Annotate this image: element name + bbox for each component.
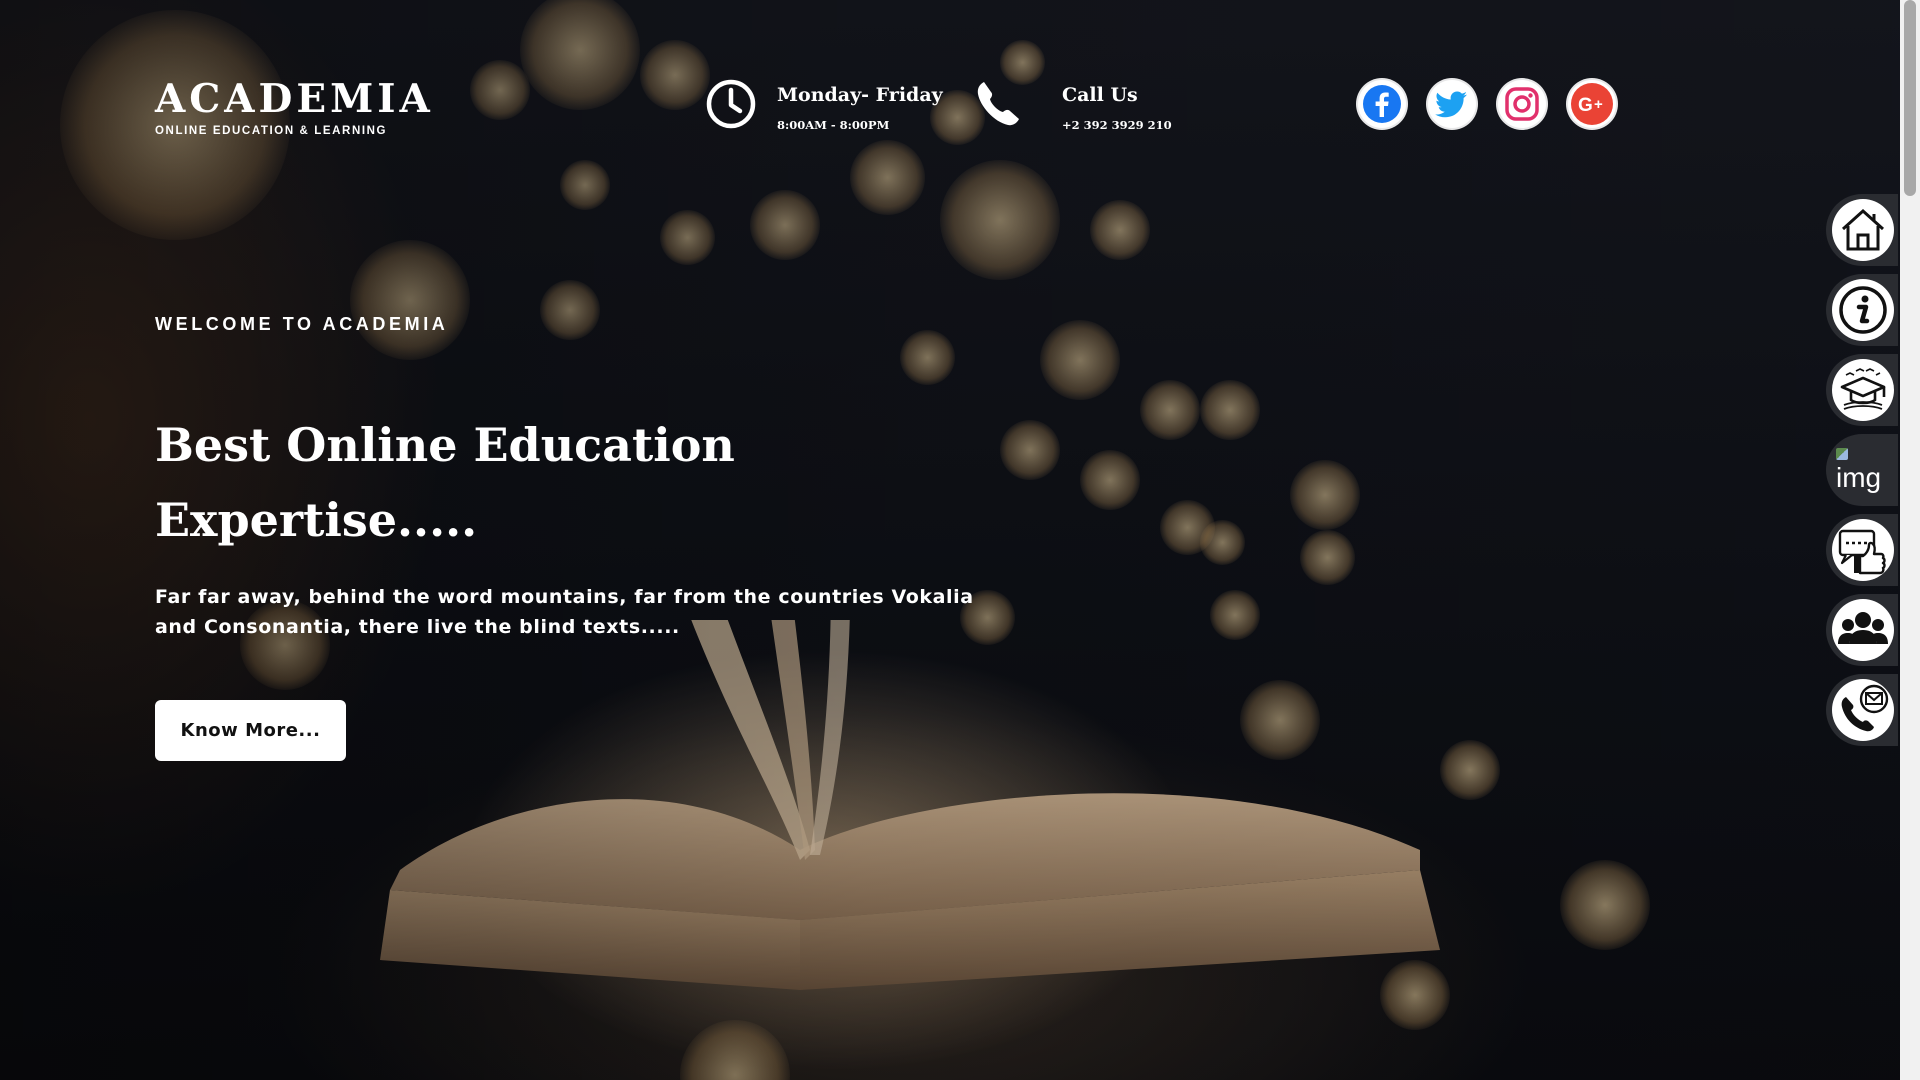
hero-headline: Best Online Education Expertise..... — [155, 418, 735, 547]
phone-icon — [977, 82, 1019, 126]
broken-image-alt: img — [1836, 462, 1882, 493]
google-plus-icon: G + — [1571, 83, 1613, 125]
google-plus-link[interactable]: G + — [1568, 80, 1616, 128]
sidenav-item-feedback[interactable] — [1826, 514, 1898, 586]
hours-title: Monday- Friday — [777, 84, 943, 106]
side-navigation: img — [1826, 194, 1898, 746]
svg-text:+: + — [1594, 96, 1603, 113]
call-us[interactable]: Call Us +2 392 3929 210 — [972, 78, 1172, 132]
brand-logo[interactable]: ACADEMIA Online Education & Learning — [155, 76, 434, 138]
feedback-thumbs-up-icon — [1838, 529, 1886, 575]
sidenav-item-courses[interactable] — [1826, 354, 1898, 426]
opening-hours: Monday- Friday 8:00AM - 8:00PM — [705, 78, 943, 132]
twitter-link[interactable] — [1428, 80, 1476, 128]
sidenav-item-contact[interactable] — [1826, 674, 1898, 746]
info-icon — [1839, 286, 1887, 334]
broken-image-icon — [1836, 448, 1848, 460]
sidenav-item-team[interactable] — [1826, 594, 1898, 666]
phone-title: Call Us — [1062, 84, 1138, 106]
brand-subtitle: Online Education & Learning — [155, 125, 388, 137]
clock-icon — [706, 79, 756, 129]
page-scrollbar[interactable] — [1900, 0, 1920, 1080]
instagram-link[interactable] — [1498, 80, 1546, 128]
hero-eyebrow: Welcome to Academia — [155, 314, 449, 334]
brand-title: ACADEMIA — [155, 76, 434, 122]
sidenav-item-home[interactable] — [1826, 194, 1898, 266]
contact-phone-mail-icon — [1841, 684, 1889, 732]
instagram-icon — [1505, 87, 1539, 121]
home-icon — [1841, 208, 1885, 251]
twitter-icon — [1435, 91, 1467, 118]
graduation-cap-icon — [1840, 368, 1886, 410]
social-links: G + — [1358, 80, 1616, 128]
sidenav-item-about[interactable] — [1826, 274, 1898, 346]
svg-text:G: G — [1578, 95, 1593, 116]
phone-number[interactable]: +2 392 3929 210 — [1062, 118, 1172, 132]
facebook-icon — [1363, 85, 1401, 123]
scrollbar-thumb[interactable] — [1904, 0, 1916, 196]
facebook-link[interactable] — [1358, 80, 1406, 128]
know-more-button[interactable]: Know More... — [155, 700, 346, 761]
hero-lead: Far far away, behind the word mountains,… — [155, 586, 974, 638]
team-icon — [1838, 612, 1888, 644]
page: ACADEMIA Online Education & Learning Mon… — [0, 0, 1920, 1080]
sidenav-item-gallery[interactable]: img — [1826, 434, 1898, 506]
hours-detail: 8:00AM - 8:00PM — [777, 118, 890, 132]
